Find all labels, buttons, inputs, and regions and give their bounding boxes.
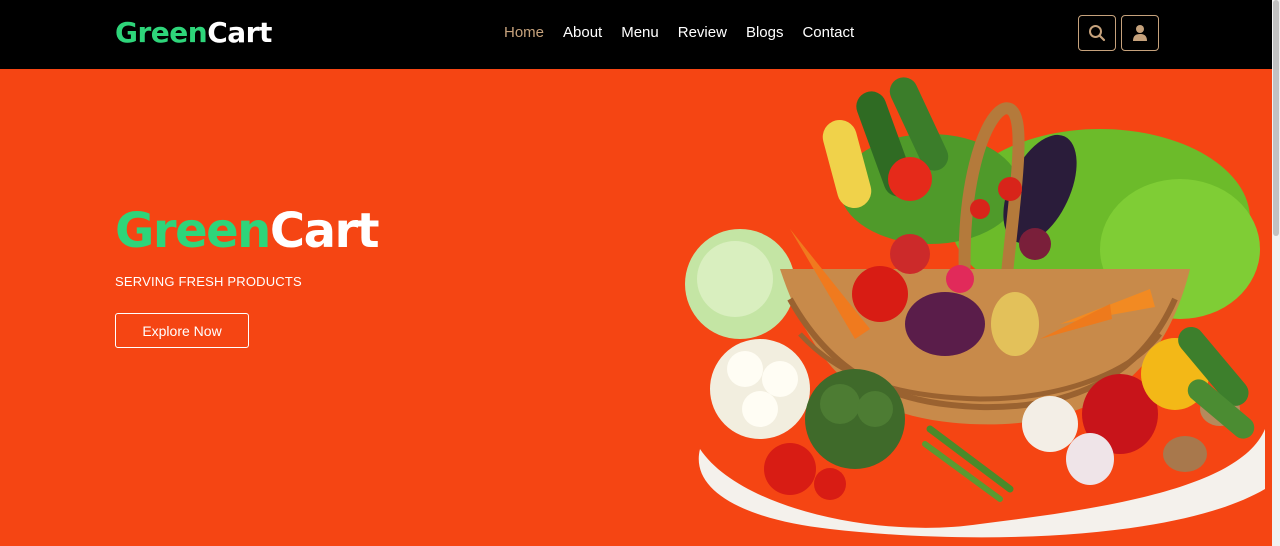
hero-tagline: SERVING FRESH PRODUCTS — [115, 274, 302, 289]
page-scrollbar[interactable] — [1272, 0, 1280, 546]
vegetable-basket-image — [685, 77, 1265, 538]
nav-contact[interactable]: Contact — [802, 23, 854, 43]
hero-title: GreenCart — [115, 200, 380, 262]
explore-now-button[interactable]: Explore Now — [115, 313, 249, 348]
nav-blogs[interactable]: Blogs — [746, 23, 784, 43]
account-button[interactable] — [1121, 15, 1159, 51]
search-button[interactable] — [1078, 15, 1116, 51]
nav-menu[interactable]: Menu — [621, 23, 659, 43]
nav-about[interactable]: About — [563, 23, 602, 43]
hero-title-cart: Cart — [269, 203, 380, 259]
search-icon — [1089, 25, 1106, 42]
brand-logo[interactable]: GreenCart — [115, 14, 272, 52]
nav-review[interactable]: Review — [678, 23, 727, 43]
main-nav: Home About Menu Review Blogs Contact — [504, 23, 873, 43]
nav-home[interactable]: Home — [504, 23, 544, 43]
user-icon — [1133, 25, 1147, 41]
brand-logo-green: Green — [115, 16, 208, 49]
hero-title-green: Green — [115, 203, 271, 259]
brand-logo-cart: Cart — [207, 16, 272, 49]
scrollbar-thumb[interactable] — [1273, 0, 1279, 236]
header: GreenCart Home About Menu Review Blogs C… — [0, 0, 1272, 69]
